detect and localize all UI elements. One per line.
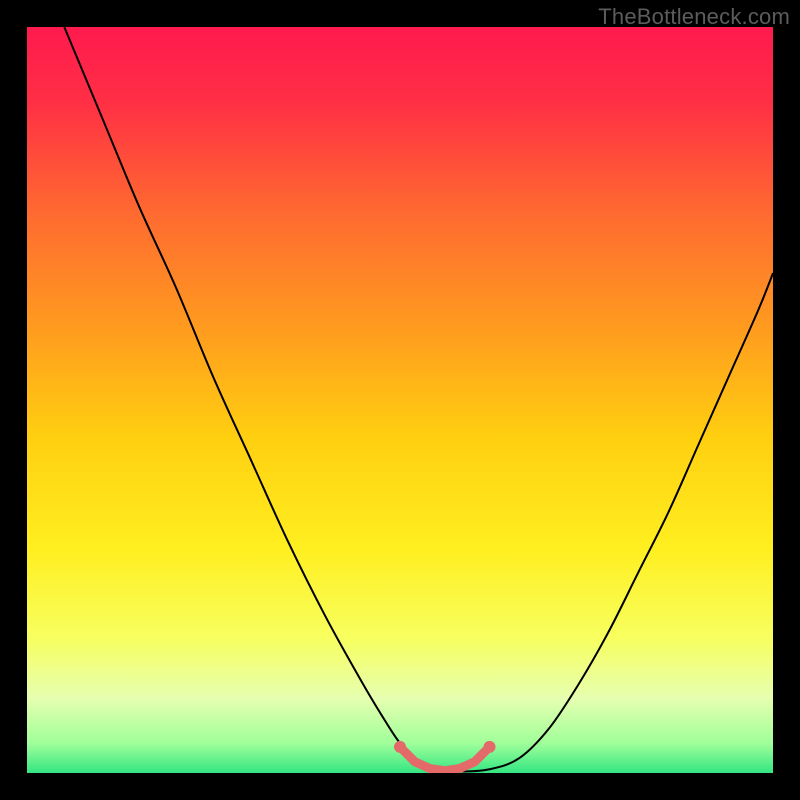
- gradient-background: [27, 27, 773, 773]
- bottleneck-chart: [27, 27, 773, 773]
- chart-frame: TheBottleneck.com: [0, 0, 800, 800]
- marker-dot: [394, 741, 406, 753]
- marker-dot: [484, 741, 496, 753]
- plot-area: [27, 27, 773, 773]
